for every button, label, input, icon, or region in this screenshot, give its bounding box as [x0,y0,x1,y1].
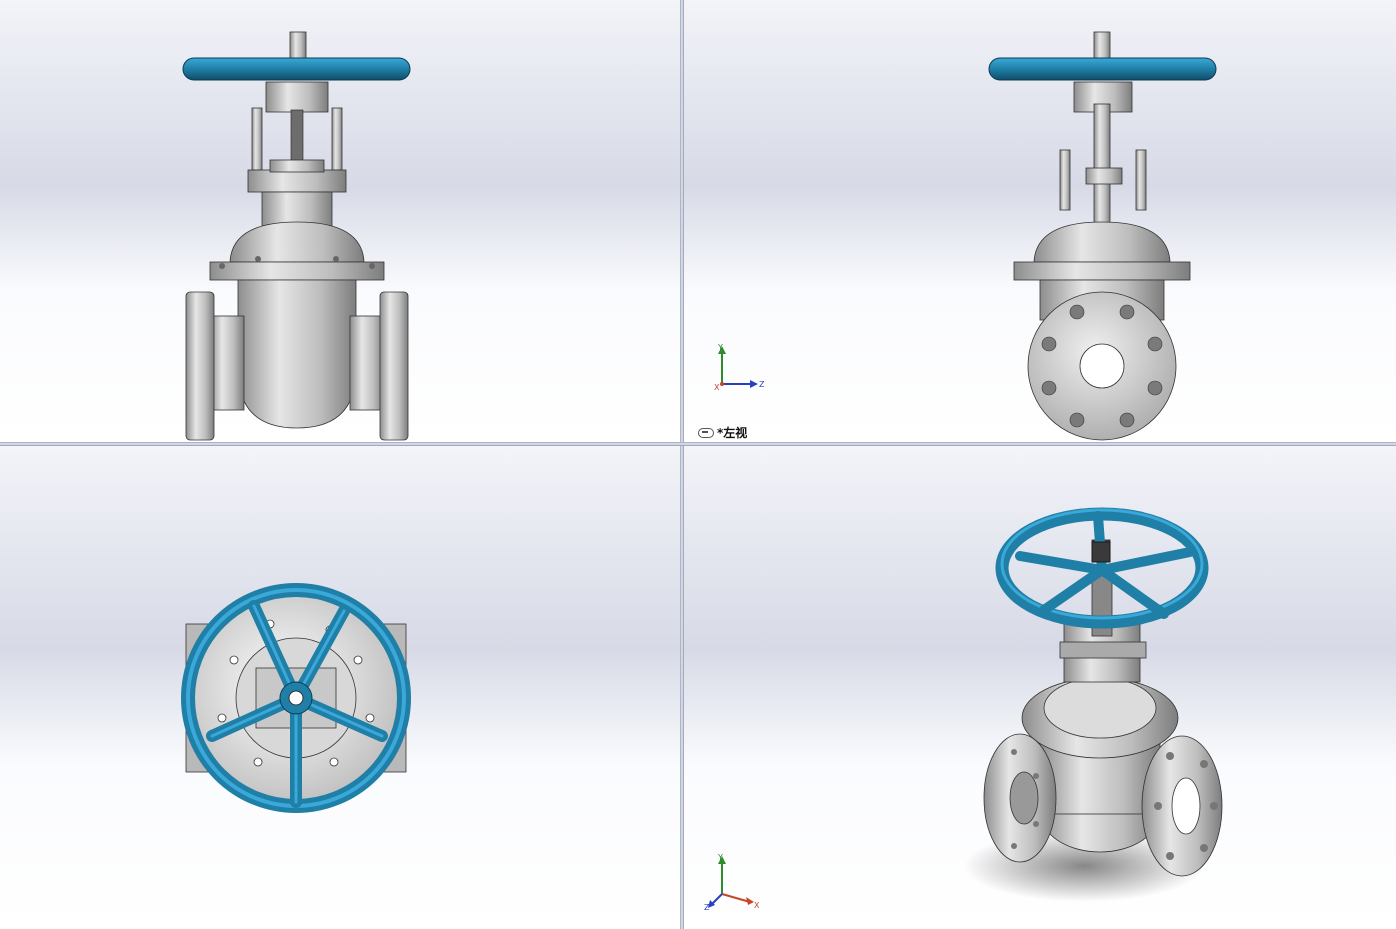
viewport-splitter-vertical[interactable] [680,0,684,929]
axis-label-y: Y [717,853,723,862]
viewport-front-view[interactable] [0,0,680,442]
view-orientation-label[interactable]: *左视 [698,424,747,441]
valve-side-model[interactable] [684,0,1396,442]
axis-label-x: X [754,901,760,910]
valve-isometric-model[interactable] [684,446,1396,929]
view-name-text: *左视 [717,426,748,440]
viewport-left-view[interactable]: Y X Z *左视 [684,0,1396,442]
viewport-splitter-horizontal[interactable] [0,442,1396,446]
stem-top [289,31,307,61]
axis-label-y: Y [717,343,723,352]
valve-top-model[interactable] [0,446,680,929]
valve-front-model[interactable] [0,0,680,442]
axis-label-z: Z [704,903,710,912]
axis-label-x: X [714,383,720,392]
handwheel [988,57,1217,81]
link-views-icon [698,427,714,438]
axis-label-z: Z [759,380,765,389]
viewport-top-view[interactable] [0,446,680,929]
viewport-isometric-view[interactable]: Y Z X [684,446,1396,929]
handwheel [182,57,411,81]
